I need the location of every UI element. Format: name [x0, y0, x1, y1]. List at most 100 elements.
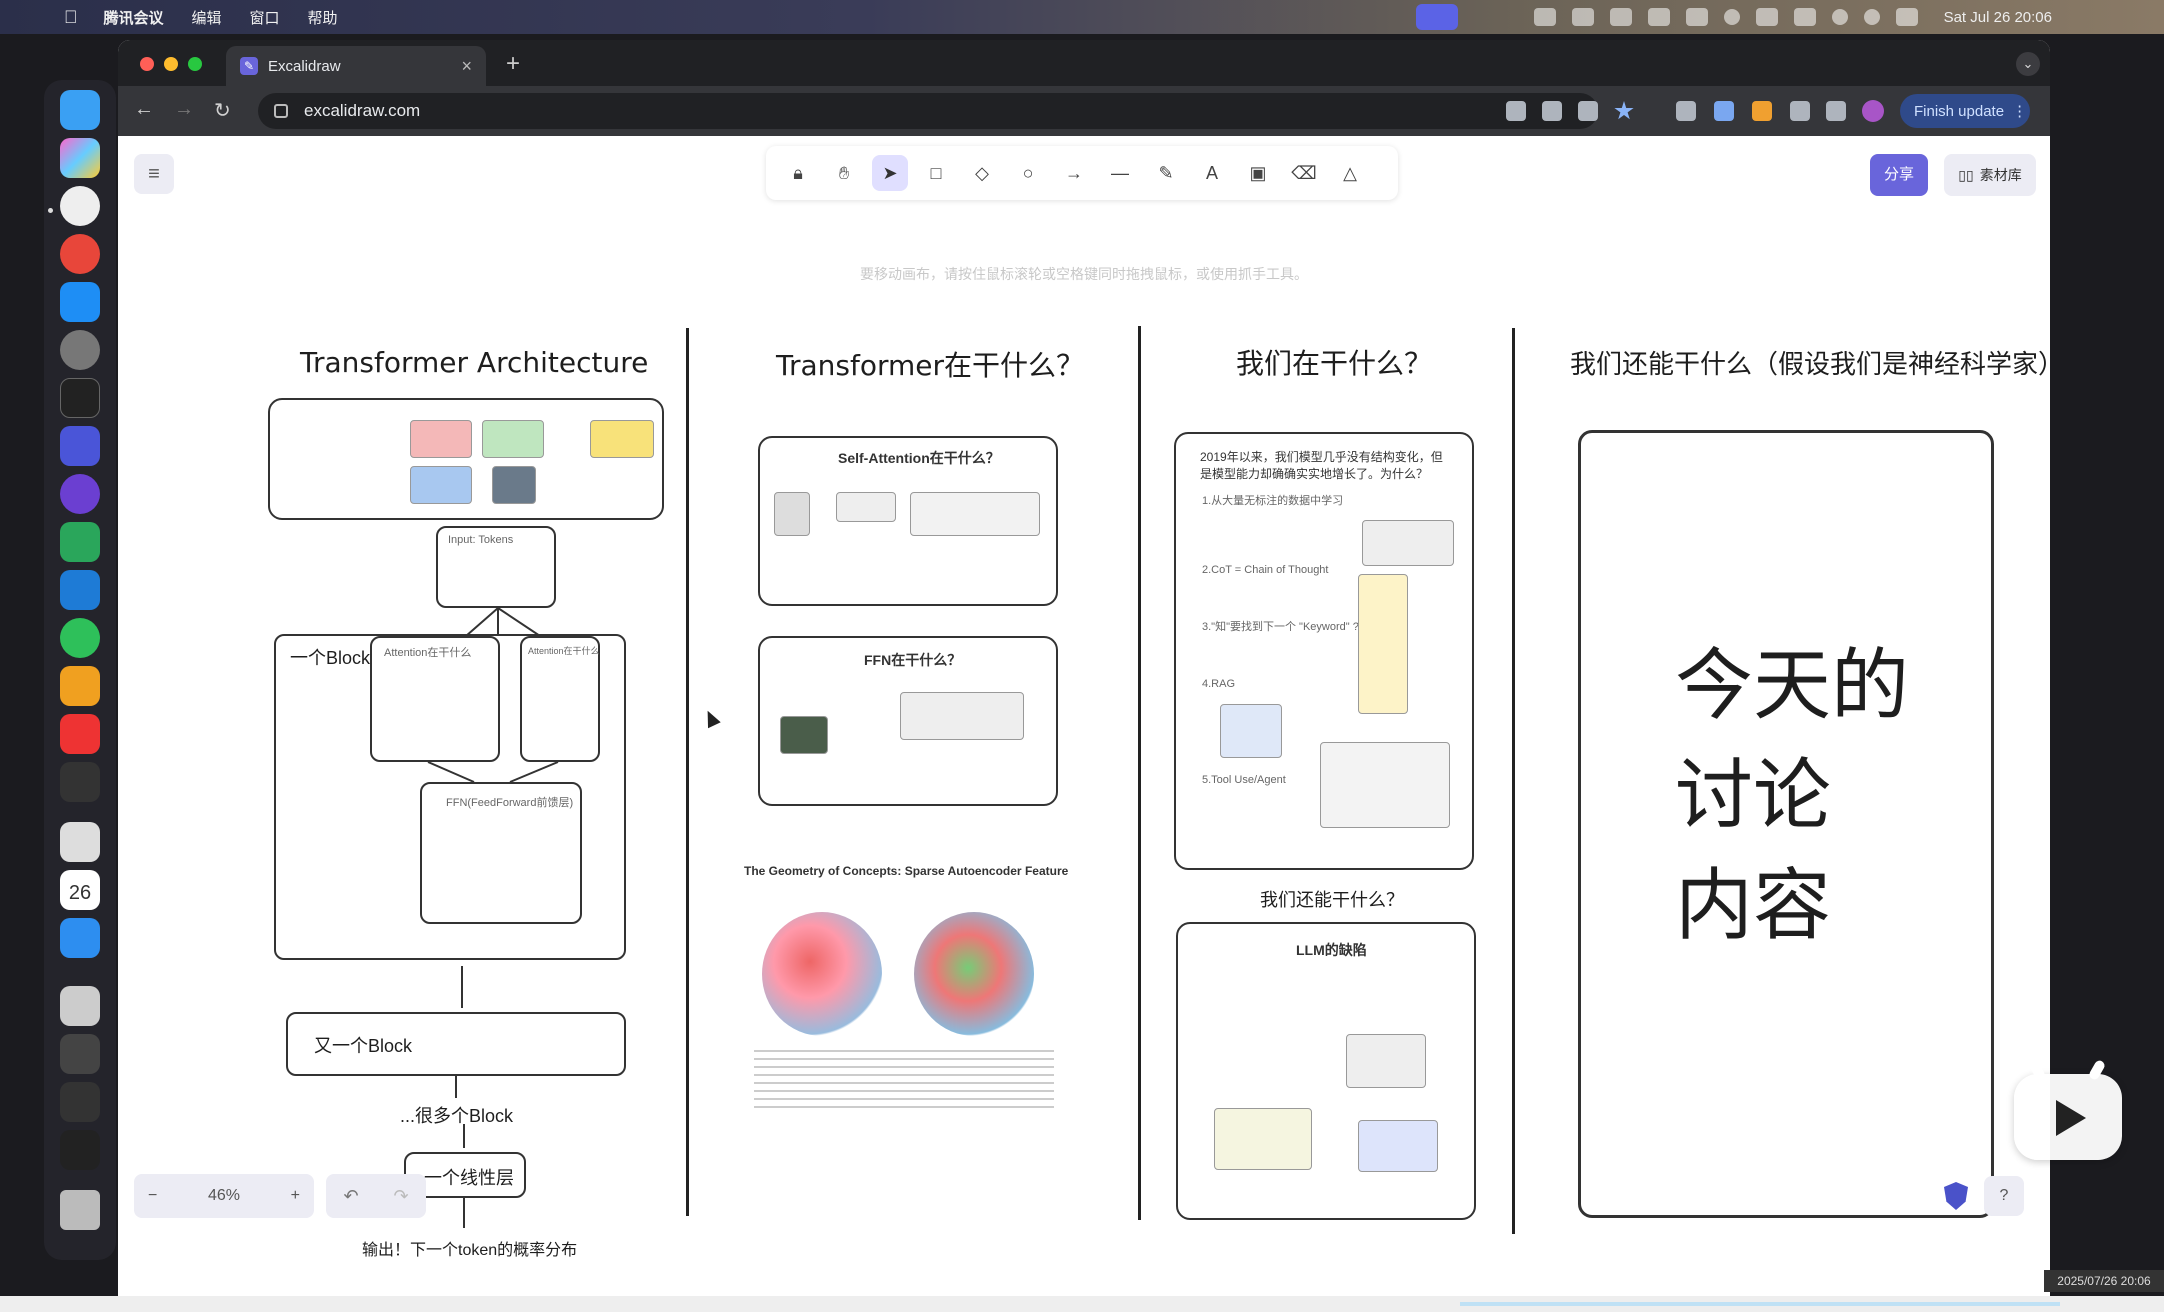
trash-icon[interactable] [60, 1190, 100, 1230]
profile-avatar[interactable] [1862, 100, 1884, 122]
attention-box[interactable]: Attention在干什么 [520, 636, 600, 762]
tab-search-icon[interactable]: ⌄ [2016, 52, 2040, 76]
spotlight-search-icon[interactable] [1863, 9, 1880, 25]
bookmark-star-icon[interactable] [1614, 101, 1634, 120]
tray-cat-icon[interactable] [1647, 8, 1670, 26]
close-window-icon[interactable] [140, 57, 154, 71]
obs-icon[interactable] [60, 474, 100, 514]
lock-icon[interactable]: 🔒︎ [780, 155, 816, 191]
input-tokens-box[interactable]: Input: Tokens [436, 526, 556, 608]
attention-box[interactable]: Attention在干什么 [370, 636, 500, 762]
cat-app-icon[interactable] [60, 426, 100, 466]
pycharm-icon[interactable] [60, 522, 100, 562]
focus-icon[interactable] [1723, 9, 1740, 25]
menu-help[interactable]: 帮助 [308, 7, 338, 28]
cast-icon[interactable] [1506, 101, 1526, 121]
arrow-icon[interactable]: → [1056, 155, 1092, 191]
selection-icon[interactable]: ➤ [872, 155, 908, 191]
hand-icon[interactable]: ✋︎ [826, 155, 862, 191]
recent-window-thumbnail[interactable] [60, 1082, 100, 1122]
ffn-box[interactable]: FFN(FeedForward前馈层) [420, 782, 582, 924]
input-method-icon[interactable] [1755, 8, 1778, 26]
share-button[interactable]: 分享 [1870, 154, 1928, 196]
tray-app-icon[interactable] [1533, 8, 1556, 26]
display-icon[interactable] [1609, 8, 1632, 26]
ellipse-icon[interactable]: ○ [1010, 155, 1046, 191]
sidepanel-icon[interactable] [1826, 101, 1846, 121]
forward-icon[interactable]: → [174, 98, 194, 121]
minimize-window-icon[interactable] [164, 57, 178, 71]
meeting-status-icon[interactable] [1415, 4, 1458, 30]
cube-app-icon[interactable] [60, 762, 100, 802]
shapes-icon[interactable]: △ [1332, 155, 1368, 191]
address-bar[interactable]: excalidraw.com [258, 93, 1598, 129]
app-store-icon[interactable] [60, 282, 100, 322]
chrome-icon[interactable] [60, 186, 100, 226]
back-icon[interactable]: ← [134, 98, 154, 121]
zoom-level[interactable]: 46% [208, 1187, 240, 1205]
control-center-icon[interactable] [1895, 8, 1918, 26]
extension-icon[interactable] [1676, 101, 1696, 121]
reload-icon[interactable]: ↻ [214, 98, 231, 123]
launchpad-icon[interactable] [60, 138, 100, 178]
wechat-dock-icon[interactable] [60, 618, 100, 658]
block-label: 一个Block [290, 648, 371, 668]
clock[interactable]: Sat Jul 26 20:06 [1944, 9, 2052, 26]
finish-update-button[interactable]: Finish update ⋮ [1900, 94, 2030, 128]
excalidraw-canvas[interactable]: ≡ 🔒︎ ✋︎ ➤ □ ◇ ○ → — ✎ A ▣ ⌫ △ 要移动画布，请按住鼠… [118, 136, 2050, 1296]
translate-extension-icon[interactable] [1752, 101, 1772, 121]
overview-frame[interactable] [268, 398, 664, 520]
tab-excalidraw[interactable]: ✎ Excalidraw × [226, 46, 486, 86]
zotero-icon[interactable] [60, 714, 100, 754]
calendar-icon[interactable]: 26 [60, 870, 100, 910]
main-menu-icon[interactable]: ≡ [134, 154, 174, 194]
battery-icon[interactable] [1793, 8, 1816, 26]
what-we-do-card[interactable]: 2019年以来，我们模型几乎没有结构变化，但是模型能力却确确实实地增长了。为什么… [1174, 432, 1474, 870]
diamond-icon[interactable]: ◇ [964, 155, 1000, 191]
netease-music-icon[interactable] [60, 234, 100, 274]
line-icon[interactable]: — [1102, 155, 1138, 191]
volume-icon[interactable] [1685, 8, 1708, 26]
zoom-in-icon[interactable]: + [291, 1187, 300, 1205]
apple-icon[interactable]:  [64, 7, 78, 28]
zoom-out-icon[interactable]: − [148, 1187, 157, 1205]
video-play-icon[interactable] [2014, 1058, 2122, 1160]
recent-window-thumbnail[interactable] [60, 986, 100, 1026]
sublime-icon[interactable] [60, 666, 100, 706]
recent-window-thumbnail[interactable] [60, 1130, 100, 1170]
tencent-meeting-icon[interactable] [60, 918, 100, 958]
text-icon[interactable]: A [1194, 155, 1230, 191]
output-label: 输出！下一个token的概率分布 [362, 1242, 578, 1259]
menu-app-name[interactable]: 腾讯会议 [104, 7, 164, 28]
terminal-icon[interactable] [60, 378, 100, 418]
rectangle-icon[interactable]: □ [918, 155, 954, 191]
site-info-icon[interactable] [274, 104, 288, 118]
pencil-icon[interactable]: ✎ [1148, 155, 1184, 191]
help-icon[interactable]: ? [1984, 1176, 2024, 1216]
install-app-icon[interactable] [1542, 101, 1562, 121]
wechat-icon[interactable] [1571, 8, 1594, 26]
library-button[interactable]: ▯▯ 素材库 [1944, 154, 2036, 196]
undo-icon[interactable]: ↶ [343, 1186, 358, 1207]
zoom-window-icon[interactable] [188, 57, 202, 71]
llm-limits-card[interactable]: LLM的缺陷 [1176, 922, 1476, 1220]
doc-extension-icon[interactable] [1714, 101, 1734, 121]
page-icon[interactable] [1578, 101, 1598, 121]
recent-window-thumbnail[interactable] [60, 1034, 100, 1074]
wifi-icon[interactable] [1831, 9, 1848, 25]
system-settings-icon[interactable] [60, 330, 100, 370]
avatar-app-icon[interactable] [60, 822, 100, 862]
ffn-card[interactable]: FFN在干什么？ [758, 636, 1058, 806]
menu-edit[interactable]: 编辑 [192, 7, 222, 28]
new-tab-icon[interactable]: + [506, 50, 520, 78]
redo-icon[interactable]: ↷ [393, 1186, 408, 1207]
image-icon[interactable]: ▣ [1240, 155, 1276, 191]
vscode-icon[interactable] [60, 570, 100, 610]
puzzle-icon[interactable] [1790, 101, 1810, 121]
finder-icon[interactable] [60, 90, 100, 130]
close-tab-icon[interactable]: × [461, 56, 472, 77]
discussion-frame[interactable]: 今天的 讨论 内容 [1578, 430, 1994, 1218]
self-attention-card[interactable]: Self-Attention在干什么？ [758, 436, 1058, 606]
menu-window[interactable]: 窗口 [250, 7, 280, 28]
eraser-icon[interactable]: ⌫ [1286, 155, 1322, 191]
